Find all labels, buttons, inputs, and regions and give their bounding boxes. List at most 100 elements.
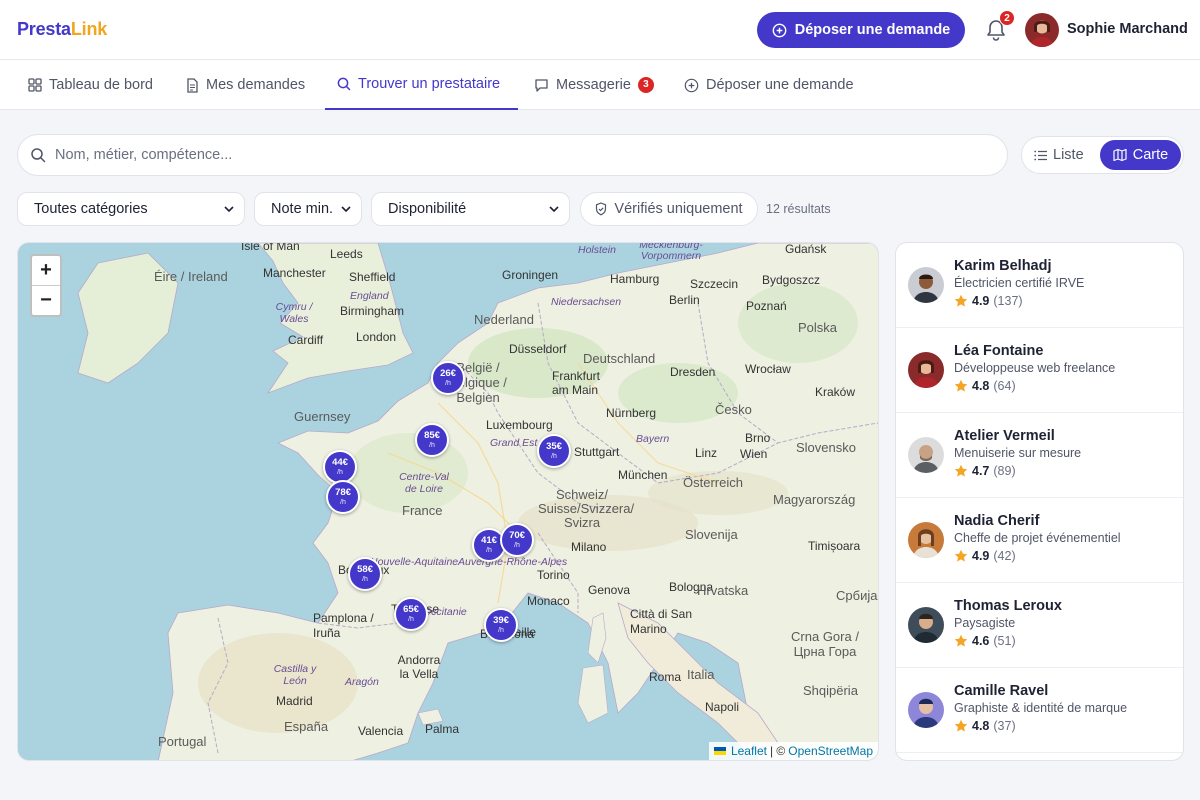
provider-card[interactable]: Thomas Leroux Paysagiste 4.6 (51) xyxy=(896,583,1183,668)
results-count: 12 résultats xyxy=(766,202,831,216)
verified-filter-label: Vérifiés uniquement xyxy=(614,201,743,217)
map-label: Isle of Man xyxy=(241,242,300,253)
avatar xyxy=(908,352,944,388)
category-value: Toutes catégories xyxy=(34,201,148,217)
map-label: England xyxy=(350,290,389,302)
marker-unit: /h xyxy=(498,627,504,634)
map-label: Hamburg xyxy=(610,272,660,286)
map-label: Centre-Val de Loire xyxy=(399,471,449,495)
map-label: Bydgoszcz xyxy=(762,273,821,287)
marker-unit: /h xyxy=(551,453,557,460)
map-label: Niedersachsen xyxy=(551,296,622,308)
availability-value: Disponibilité xyxy=(388,201,467,217)
map-label: Torino xyxy=(537,568,570,582)
price-marker[interactable]: 39€/h xyxy=(484,608,518,642)
map-view[interactable]: Isle of Man Leeds Éire / Ireland Manches… xyxy=(17,242,879,761)
map-label: España xyxy=(284,719,329,734)
tab-new-request[interactable]: Déposer une demande xyxy=(684,60,854,110)
map-label: Kraków xyxy=(815,385,856,399)
price-marker[interactable]: 26€/h xyxy=(431,361,465,395)
rating-value: 4.6 xyxy=(972,634,990,648)
map-label: Cymru / Wales xyxy=(275,301,313,325)
map-label: London xyxy=(356,330,397,344)
rating-value: 4.9 xyxy=(972,549,990,563)
avatar xyxy=(908,692,944,728)
price-marker[interactable]: 85€/h xyxy=(415,423,449,457)
document-icon xyxy=(187,77,198,93)
list-view-button[interactable]: Liste xyxy=(1034,140,1084,170)
search-input[interactable] xyxy=(55,147,955,163)
rating-value: 4.8 xyxy=(972,719,990,733)
avatar xyxy=(908,437,944,473)
provider-card[interactable]: Nadia Cherif Cheffe de projet événementi… xyxy=(896,498,1183,583)
tab-dashboard[interactable]: Tableau de bord xyxy=(28,60,153,110)
map-label: Palma xyxy=(425,722,460,736)
avatar xyxy=(908,522,944,558)
marker-unit: /h xyxy=(408,616,414,623)
map-label: Andorra la Vella xyxy=(397,653,441,681)
search-bar xyxy=(17,134,1008,176)
map-icon xyxy=(1113,148,1127,162)
provider-name: Camille Ravel xyxy=(954,683,1049,699)
map-label: Schweiz/ Suisse/Svizzera/ Svizra xyxy=(538,487,635,530)
provider-card[interactable]: Karim Belhadj Électricien certifié IRVE … xyxy=(896,243,1183,328)
provider-card[interactable]: Atelier Vermeil Menuiserie sur mesure 4.… xyxy=(896,413,1183,498)
marker-price: 39€ xyxy=(493,615,509,626)
map-tiles[interactable] xyxy=(18,243,879,761)
tab-my-requests[interactable]: Mes demandes xyxy=(186,60,305,110)
map-view-button[interactable]: Carte xyxy=(1100,140,1181,170)
provider-card[interactable]: Léa Fontaine Développeuse web freelance … xyxy=(896,328,1183,413)
price-marker[interactable]: 78€/h xyxy=(326,480,360,514)
zoom-in-button[interactable]: + xyxy=(32,256,60,286)
new-request-button[interactable]: Déposer une demande xyxy=(757,12,965,48)
rating-select[interactable]: Note min. xyxy=(254,192,362,226)
user-avatar[interactable] xyxy=(1025,13,1059,47)
provider-job: Paysagiste xyxy=(954,616,1016,630)
map-label: Österreich xyxy=(683,475,743,490)
attribution-separator: | © xyxy=(769,744,786,758)
list-icon xyxy=(1034,150,1047,160)
leaflet-link[interactable]: Leaflet xyxy=(731,744,767,758)
marker-unit: /h xyxy=(337,469,343,476)
map-label: Düsseldorf xyxy=(509,342,567,356)
provider-job: Cheffe de projet événementiel xyxy=(954,531,1121,545)
price-marker[interactable]: 70€/h xyxy=(500,523,534,557)
map-label: Luxembourg xyxy=(486,418,553,432)
review-count: (137) xyxy=(993,294,1023,308)
view-toggle: Liste Carte xyxy=(1021,136,1184,174)
verified-filter-toggle[interactable]: Vérifiés uniquement xyxy=(580,192,758,226)
user-name[interactable]: Sophie Marchand xyxy=(1067,21,1188,37)
map-label: Guernsey xyxy=(294,409,351,424)
zoom-out-button[interactable]: − xyxy=(32,286,60,316)
tab-label: Déposer une demande xyxy=(706,77,854,93)
map-label: Dresden xyxy=(670,365,716,379)
price-marker[interactable]: 58€/h xyxy=(348,557,382,591)
marker-price: 26€ xyxy=(440,368,456,379)
map-label: Česko xyxy=(715,402,752,417)
map-label: Madrid xyxy=(276,694,313,708)
marker-unit: /h xyxy=(429,442,435,449)
rating-value: 4.8 xyxy=(972,379,990,393)
shield-icon xyxy=(596,202,607,216)
provider-rating: 4.9 (42) xyxy=(954,549,1016,563)
map-label: Éire / Ireland xyxy=(154,269,228,284)
star-icon xyxy=(954,464,968,477)
price-marker[interactable]: 35€/h xyxy=(537,434,571,468)
app-logo[interactable]: PrestaLink xyxy=(17,19,107,40)
chat-icon xyxy=(535,79,548,92)
category-select[interactable]: Toutes catégories xyxy=(17,192,245,226)
price-marker[interactable]: 65€/h xyxy=(394,597,428,631)
map-view-label: Carte xyxy=(1132,147,1169,163)
rating-value: 4.9 xyxy=(972,294,990,308)
tab-find-provider[interactable]: Trouver un prestataire xyxy=(325,60,518,110)
provider-card[interactable]: Camille Ravel Graphiste & identité de ma… xyxy=(896,668,1183,753)
availability-select[interactable]: Disponibilité xyxy=(371,192,570,226)
notification-badge: 2 xyxy=(999,10,1015,26)
price-marker[interactable]: 44€/h xyxy=(323,450,357,484)
tab-messaging[interactable]: Messagerie 3 xyxy=(534,60,654,110)
marker-unit: /h xyxy=(340,499,346,506)
star-icon xyxy=(954,294,968,307)
osm-link[interactable]: OpenStreetMap xyxy=(788,744,873,758)
provider-job: Électricien certifié IRVE xyxy=(954,276,1085,290)
provider-rating: 4.6 (51) xyxy=(954,634,1016,648)
